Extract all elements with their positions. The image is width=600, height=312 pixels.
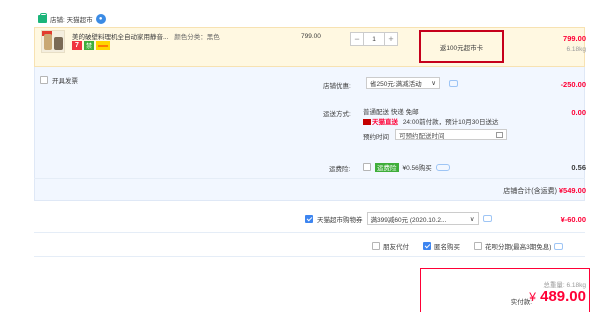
invoice-option[interactable]: 开具发票 [40,75,78,85]
quantity-plus-button[interactable]: + [384,32,398,46]
store-total: 店铺合计(含运费) ¥549.00 [503,186,586,196]
shipping-amount: 0.00 [571,108,586,117]
installment-option[interactable]: 花呗分期(最高3期免息) [474,241,564,251]
coupon-row: 天猫超市购物券 满399减60元 (2020.10.2... ∨ [305,212,492,225]
invoice-label: 开具发票 [52,78,78,85]
coupon-select[interactable]: 满399减60元 (2020.10.2... ∨ [366,212,479,225]
insurance-amount: 0.56 [571,163,586,172]
friend-pay-checkbox[interactable] [372,242,380,250]
chevron-down-icon: ∨ [431,80,436,87]
installment-info-icon[interactable] [554,242,564,250]
product-thumbnail[interactable] [41,30,65,53]
shipping-label: 运送方式: [323,111,351,118]
coupon-label: 天猫超市购物券 [317,216,363,224]
friend-pay-option[interactable]: 朋友代付 [372,241,409,251]
anonymous-checkbox[interactable] [423,242,431,250]
reserve-time-placeholder: 可预约配送时间 [399,132,445,140]
store-promo-selected: 省250元:满减活动 [370,81,422,88]
insurance-checkbox[interactable] [363,163,371,171]
shipping-method: 普通配送 快递 免邮 [363,109,419,116]
installment-label: 花呗分期(最高3期免息) [485,244,552,251]
promo-chat-icon[interactable] [449,80,458,87]
unit-price: 799.00 [301,33,321,40]
item-tags: 7 禁 [72,41,110,50]
coupon-amount: ¥-60.00 [560,215,586,224]
insurance-label: 运费险: [329,166,351,173]
divider [34,232,585,233]
store-total-value: ¥549.00 [558,186,586,195]
item-weight: 6.18kg [566,46,586,53]
guarantee-icon: 禁 [84,41,94,50]
installment-checkbox[interactable] [474,242,482,250]
coupon-selected: 满399减60元 (2020.10.2... [370,216,447,224]
shipping-eta-line: 天猫直送 24:00前付款，预计10月30日送达 [363,118,499,128]
anonymous-label: 匿名购买 [434,244,460,251]
coupon-checkbox[interactable] [305,214,313,223]
anonymous-option[interactable]: 匿名购买 [423,241,460,251]
shipping-info: 普通配送 快递 免邮 天猫直送 24:00前付款，预计10月30日送达 [363,108,499,128]
actual-pay-amount: 489.00 [540,288,586,305]
store-name[interactable]: 店铺: 天猫超市 [50,14,93,24]
actual-pay-value: ¥ 489.00 [529,288,586,305]
invoice-checkbox[interactable] [40,76,48,84]
tmall-logo-icon [363,119,371,126]
reserve-time-picker[interactable]: 可预约配送时间 [395,129,507,140]
seven-day-return-icon: 7 [72,41,82,50]
item-title-text[interactable]: 美的破壁料理机全自动家用静音... [72,34,168,41]
store-promo-select[interactable]: 省250元:满减活动 ∨ [366,77,440,89]
credit-card-icon [96,41,110,50]
item-category: 颜色分类：黑色 [174,34,220,41]
calendar-icon [496,131,503,138]
gift-card-text: 返100元超市卡 [439,44,484,52]
insurance-tag: 运费险 [375,162,399,172]
store-header: 店铺: 天猫超市 ● [38,13,106,25]
item-subtotal: 799.00 [563,34,586,43]
gift-card-promo: 返100元超市卡 [419,30,504,63]
chevron-down-icon: ∨ [469,215,475,223]
quantity-input[interactable]: 1 [364,32,384,46]
friend-pay-label: 朋友代付 [383,244,409,251]
quantity-stepper: − 1 + [350,32,398,46]
insurance-text: ¥0.56购买 [402,165,432,172]
currency-symbol: ¥ [529,290,536,304]
quantity-minus-button[interactable]: − [350,32,364,46]
payment-options: 朋友代付 匿名购买 花呗分期(最高3期免息) [372,241,564,251]
tmall-direct-tag: 天猫直送 [372,119,398,126]
item-title[interactable]: 美的破壁料理机全自动家用静音... 颜色分类：黑色 [72,31,272,41]
insurance-option[interactable]: 运费险 ¥0.56购买 [363,162,450,172]
divider [34,256,585,257]
store-promo-amount: -250.00 [560,80,586,89]
store-promo-label: 店铺优惠: [323,83,351,90]
shipping-eta: 24:00前付款，预计10月30日送达 [402,119,499,126]
store-total-label: 店铺合计(含运费) [503,188,557,195]
divider [34,178,585,179]
chat-wangwang-icon[interactable]: ● [95,14,106,24]
insurance-info-icon[interactable] [435,163,450,171]
coupon-chat-icon[interactable] [482,215,492,222]
reserve-time-label: 预约时间 [363,134,389,141]
store-icon [38,13,47,23]
